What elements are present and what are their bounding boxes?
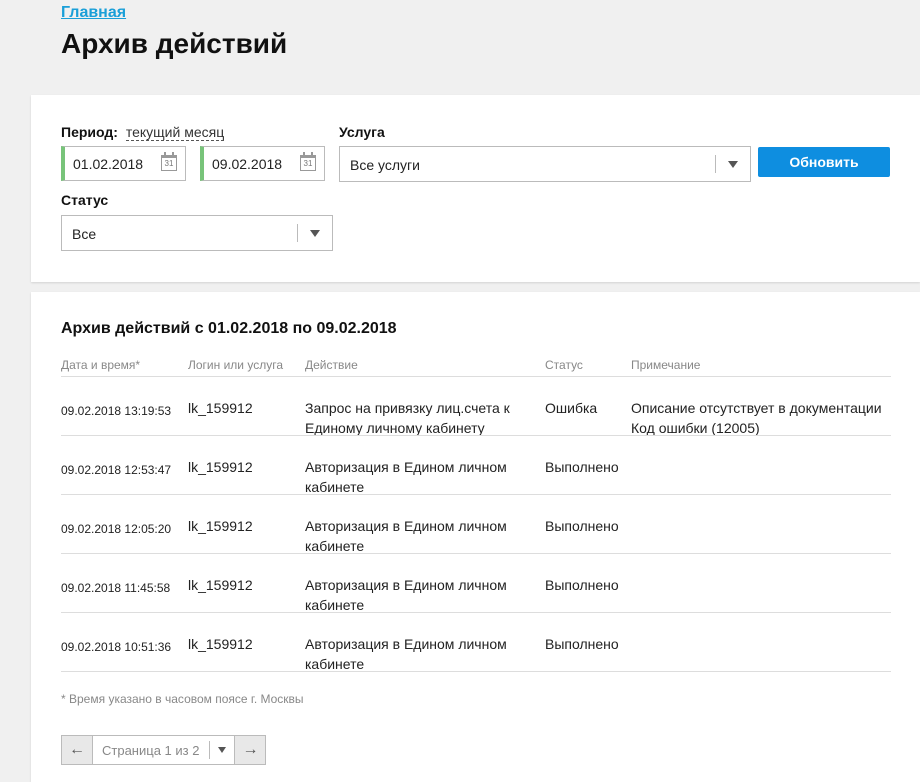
select-divider xyxy=(715,155,716,173)
breadcrumb-home-link[interactable]: Главная xyxy=(61,4,126,22)
table-row: 09.02.2018 13:19:53 lk_159912 Запрос на … xyxy=(31,377,920,436)
calendar-icon[interactable]: 31 xyxy=(161,152,177,171)
table-row: 09.02.2018 12:53:47 lk_159912 Авторизаци… xyxy=(31,436,920,495)
column-header-action: Действие xyxy=(305,358,358,372)
row-action: Авторизация в Едином личном кабинете xyxy=(305,518,507,554)
arrow-left-icon: ← xyxy=(69,741,85,758)
arrow-right-icon: → xyxy=(242,741,259,758)
select-divider xyxy=(209,741,211,759)
period-label: Период: текущий месяц xyxy=(61,124,225,141)
chevron-down-icon xyxy=(310,230,320,237)
row-status: Ошибка xyxy=(545,400,598,416)
filter-panel: Период: текущий месяц 01.02.2018 31 09.0… xyxy=(31,95,920,282)
row-action: Авторизация в Едином личном кабинете xyxy=(305,459,507,495)
timezone-footnote: * Время указано в часовом поясе г. Москв… xyxy=(61,692,304,706)
row-datetime: 09.02.2018 11:45:58 xyxy=(61,581,171,595)
row-action: Авторизация в Едином личном кабинете xyxy=(305,577,507,613)
status-label: Статус xyxy=(61,192,109,208)
service-select-value: Все услуги xyxy=(350,157,420,173)
row-login: lk_159912 xyxy=(188,518,253,534)
column-header-login: Логин или услуга xyxy=(188,358,283,372)
row-datetime: 09.02.2018 12:05:20 xyxy=(61,522,172,536)
pagination: ← Страница 1 из 2 → xyxy=(61,735,267,765)
prev-page-button[interactable]: ← xyxy=(61,735,93,765)
page-select[interactable]: Страница 1 из 2 xyxy=(93,735,235,765)
period-preset-link[interactable]: текущий месяц xyxy=(125,124,225,141)
row-datetime: 09.02.2018 13:19:53 xyxy=(61,404,172,418)
page-title: Архив действий xyxy=(61,28,288,59)
date-to-value: 09.02.2018 xyxy=(212,156,283,172)
table-row: 09.02.2018 10:51:36 lk_159912 Авторизаци… xyxy=(31,613,920,672)
row-note: Описание отсутствует в документации Код … xyxy=(631,400,882,436)
column-header-note: Примечание xyxy=(631,358,701,372)
page-select-value: Страница 1 из 2 xyxy=(102,742,200,758)
calendar-icon[interactable]: 31 xyxy=(300,152,316,171)
table-row: 09.02.2018 12:05:20 lk_159912 Авторизаци… xyxy=(31,495,920,554)
status-select[interactable]: Все xyxy=(61,215,333,251)
row-login: lk_159912 xyxy=(188,459,253,475)
row-datetime: 09.02.2018 10:51:36 xyxy=(61,640,172,654)
row-status: Выполнено xyxy=(545,518,619,534)
chevron-down-icon xyxy=(218,747,227,753)
row-login: lk_159912 xyxy=(188,636,253,652)
row-login: lk_159912 xyxy=(188,577,253,593)
row-datetime: 09.02.2018 12:53:47 xyxy=(61,463,172,477)
column-header-datetime: Дата и время* xyxy=(61,358,141,372)
date-to-input[interactable]: 09.02.2018 31 xyxy=(200,146,325,181)
select-divider xyxy=(297,224,298,242)
next-page-button[interactable]: → xyxy=(234,735,267,765)
column-header-status: Статус xyxy=(545,358,583,372)
row-action: Авторизация в Едином личном кабинете xyxy=(305,636,507,672)
table-row: 09.02.2018 11:45:58 lk_159912 Авторизаци… xyxy=(31,554,920,613)
refresh-button[interactable]: Обновить xyxy=(758,147,890,177)
results-title: Архив действий с 01.02.2018 по 09.02.201… xyxy=(61,320,397,337)
row-login: lk_159912 xyxy=(188,400,253,416)
row-status: Выполнено xyxy=(545,577,619,593)
status-select-value: Все xyxy=(72,226,97,242)
service-label: Услуга xyxy=(339,124,385,140)
results-panel: Архив действий с 01.02.2018 по 09.02.201… xyxy=(31,292,920,782)
chevron-down-icon xyxy=(728,161,738,168)
row-action: Запрос на привязку лиц.счета к Единому л… xyxy=(305,400,510,436)
row-status: Выполнено xyxy=(545,459,619,475)
period-label-text: Период: xyxy=(61,124,118,140)
date-from-value: 01.02.2018 xyxy=(73,156,144,172)
date-from-input[interactable]: 01.02.2018 31 xyxy=(61,146,186,181)
service-select[interactable]: Все услуги xyxy=(339,146,751,182)
row-status: Выполнено xyxy=(545,636,619,652)
